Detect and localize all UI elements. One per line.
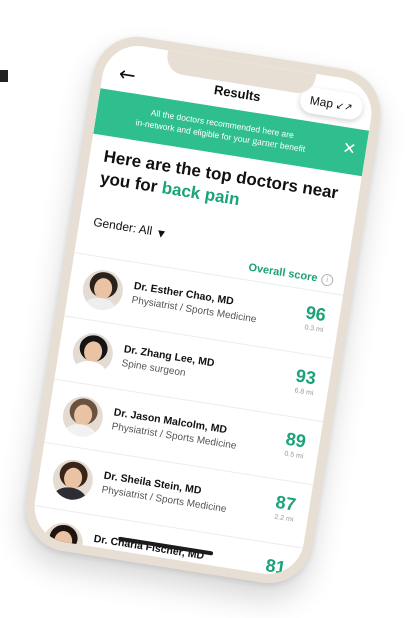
avatar-body: [81, 295, 119, 313]
gender-filter-dropdown[interactable]: Gender: All ▼: [92, 215, 166, 240]
banner-line-2-end: benefit: [279, 140, 307, 154]
map-button-label: Map: [308, 93, 335, 111]
gender-filter-label: Gender: All: [92, 214, 154, 238]
doctor-score: 96: [304, 302, 328, 326]
map-button[interactable]: Map↙↗: [298, 85, 365, 122]
avatar-body: [41, 548, 79, 566]
info-icon[interactable]: i: [320, 273, 335, 288]
phone-frame: ← Results Map↙↗ All the doctors recommen…: [19, 30, 387, 590]
app-screen: ← Results Map↙↗ All the doctors recommen…: [29, 40, 377, 580]
doctor-avatar: [39, 520, 86, 566]
avatar-body: [71, 358, 109, 377]
corner-mark: [0, 70, 8, 82]
close-icon[interactable]: ✕: [341, 138, 357, 159]
caret-down-icon: ▼: [156, 229, 166, 241]
doctor-score: 89: [284, 428, 308, 452]
avatar-body: [51, 484, 89, 503]
doctor-distance: 5.6 mi: [264, 577, 284, 579]
garner-brand: garner: [251, 135, 279, 151]
doctor-score: 81: [264, 555, 288, 578]
doctor-avatar: [79, 267, 126, 313]
doctor-list: Dr. Esther Chao, MD Physiatrist / Sports …: [29, 252, 344, 580]
doctor-score: 93: [294, 365, 318, 389]
doctor-avatar: [59, 393, 106, 440]
doctor-score: 87: [274, 491, 298, 515]
doctor-avatar: [69, 330, 116, 377]
expand-arrows-icon: ↙↗: [334, 100, 354, 114]
doctor-avatar: [49, 456, 96, 503]
avatar-body: [61, 421, 99, 440]
